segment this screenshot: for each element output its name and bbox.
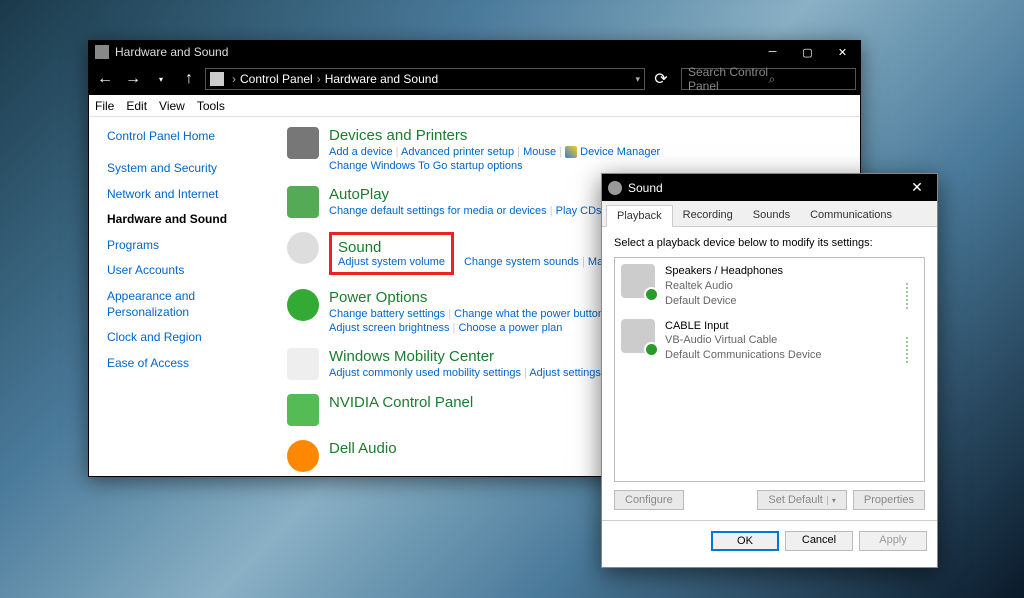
device-item[interactable]: Speakers / HeadphonesRealtek AudioDefaul…	[621, 264, 918, 309]
sidebar-item[interactable]: Programs	[107, 238, 269, 254]
up-button[interactable]: ↑	[177, 67, 201, 91]
apply-button[interactable]: Apply	[859, 531, 927, 551]
device-text: CABLE InputVB-Audio Virtual CableDefault…	[665, 319, 906, 364]
sound-footer: OK Cancel Apply	[602, 520, 937, 561]
category-link[interactable]: Advanced printer setup	[401, 146, 514, 158]
shield-icon	[565, 146, 577, 158]
category-link[interactable]: Change system sounds	[464, 256, 579, 268]
breadcrumb-sep: ›	[232, 72, 236, 86]
address-bar[interactable]: › Control Panel › Hardware and Sound ▾	[205, 68, 645, 90]
category-icon	[287, 394, 319, 426]
search-icon: ⌕	[769, 72, 850, 87]
device-item[interactable]: CABLE InputVB-Audio Virtual CableDefault…	[621, 319, 918, 364]
tab-recording[interactable]: Recording	[673, 205, 743, 226]
search-box[interactable]: Search Control Panel ⌕	[681, 68, 856, 90]
sound-tabs: Playback Recording Sounds Communications	[602, 201, 937, 227]
category-icon	[287, 348, 319, 380]
category-title[interactable]: Devices and Printers	[329, 127, 842, 144]
device-text: Speakers / HeadphonesRealtek AudioDefaul…	[665, 264, 906, 309]
category-link[interactable]: Change battery settings	[329, 308, 445, 320]
tab-communications[interactable]: Communications	[800, 205, 902, 226]
recent-dropdown[interactable]: ▾	[149, 67, 173, 91]
category-link[interactable]: Adjust commonly used mobility settings	[329, 367, 521, 379]
category-link[interactable]: Choose a power plan	[458, 322, 562, 334]
category-body: Devices and PrintersAdd a device | Advan…	[329, 127, 842, 172]
category-link[interactable]: Change default settings for media or dev…	[329, 205, 547, 217]
cp-titlebar: Hardware and Sound ─ ▢ ✕	[89, 41, 860, 63]
sound-titlebar: Sound ✕	[602, 174, 937, 201]
cp-title-icon	[95, 45, 109, 59]
menu-file[interactable]: File	[95, 99, 114, 113]
set-default-label: Set Default	[768, 494, 822, 506]
sound-title-icon	[608, 181, 622, 195]
category-link[interactable]: Mouse	[523, 146, 556, 158]
sidebar-item[interactable]: Ease of Access	[107, 356, 269, 372]
cancel-button[interactable]: Cancel	[785, 531, 853, 551]
category-link[interactable]: Add a device	[329, 146, 393, 158]
category-link[interactable]: Change Windows To Go startup options	[329, 160, 523, 172]
category-icon	[287, 186, 319, 218]
breadcrumb-current[interactable]: Hardware and Sound	[325, 72, 438, 86]
category-link[interactable]: Adjust system volume	[338, 256, 445, 268]
chevron-down-icon: ▾	[827, 496, 836, 505]
minimize-button[interactable]: ─	[755, 41, 790, 63]
set-default-button[interactable]: Set Default ▾	[757, 490, 846, 510]
sound-dialog: Sound ✕ Playback Recording Sounds Commun…	[601, 173, 938, 568]
close-button[interactable]: ✕	[825, 41, 860, 63]
sidebar-item[interactable]: Appearance and Personalization	[107, 289, 269, 320]
volume-meter-icon	[906, 319, 918, 364]
sidebar-item[interactable]: Hardware and Sound	[107, 212, 269, 228]
speaker-icon	[621, 319, 655, 353]
cp-sidebar: Control Panel Home System and Security Ne…	[89, 117, 269, 476]
sound-instruction: Select a playback device below to modify…	[614, 237, 925, 249]
configure-button[interactable]: Configure	[614, 490, 684, 510]
back-button[interactable]: ←	[93, 67, 117, 91]
sound-title-text: Sound	[628, 181, 897, 195]
refresh-button[interactable]: ⟳	[649, 68, 673, 90]
cp-menu-bar: File Edit View Tools	[89, 95, 860, 117]
properties-button[interactable]: Properties	[853, 490, 925, 510]
breadcrumb-root[interactable]: Control Panel	[240, 72, 313, 86]
menu-tools[interactable]: Tools	[197, 99, 225, 113]
tab-playback[interactable]: Playback	[606, 205, 673, 227]
volume-meter-icon	[906, 264, 918, 309]
speaker-icon	[621, 264, 655, 298]
category-icon	[287, 127, 319, 159]
cp-nav-bar: ← → ▾ ↑ › Control Panel › Hardware and S…	[89, 63, 860, 95]
menu-view[interactable]: View	[159, 99, 185, 113]
address-dropdown-icon[interactable]: ▾	[635, 74, 640, 85]
category-icon	[287, 289, 319, 321]
maximize-button[interactable]: ▢	[790, 41, 825, 63]
sound-close-button[interactable]: ✕	[897, 174, 937, 201]
category-icon	[287, 232, 319, 264]
sidebar-item[interactable]: Network and Internet	[107, 187, 269, 203]
check-badge-icon	[644, 287, 659, 302]
tab-sounds[interactable]: Sounds	[743, 205, 800, 226]
search-placeholder: Search Control Panel	[688, 65, 769, 93]
ok-button[interactable]: OK	[711, 531, 779, 551]
control-panel-home-link[interactable]: Control Panel Home	[107, 129, 269, 143]
forward-button[interactable]: →	[121, 67, 145, 91]
sidebar-item[interactable]: User Accounts	[107, 263, 269, 279]
cp-title-text: Hardware and Sound	[115, 45, 755, 59]
device-list[interactable]: Speakers / HeadphonesRealtek AudioDefaul…	[614, 257, 925, 482]
address-icon	[210, 72, 224, 86]
category-link[interactable]: Change what the power buttons do	[454, 308, 625, 320]
sidebar-item[interactable]: Clock and Region	[107, 330, 269, 346]
category-row: Devices and PrintersAdd a device | Advan…	[287, 127, 842, 172]
category-icon	[287, 440, 319, 472]
breadcrumb-sep: ›	[317, 72, 321, 86]
highlighted-category: SoundAdjust system volume	[329, 232, 454, 275]
category-link[interactable]: Device Manager	[580, 146, 660, 158]
phone-badge-icon	[644, 342, 659, 357]
sidebar-item[interactable]: System and Security	[107, 161, 269, 177]
category-link[interactable]: Adjust screen brightness	[329, 322, 449, 334]
category-title[interactable]: Sound	[338, 239, 445, 256]
menu-edit[interactable]: Edit	[126, 99, 147, 113]
